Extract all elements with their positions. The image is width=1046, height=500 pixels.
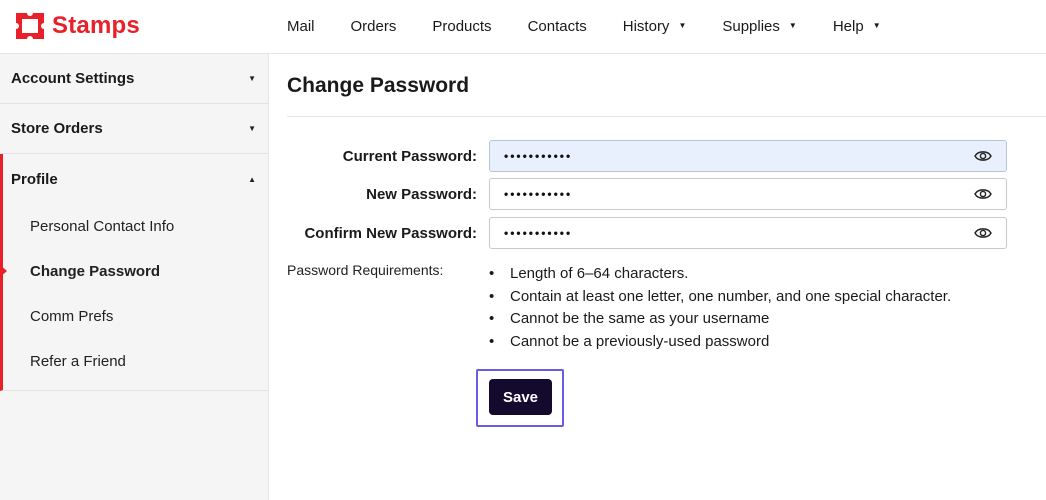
sidebar-section-label: Store Orders (11, 120, 103, 137)
eye-icon[interactable] (974, 187, 992, 201)
nav-label: Contacts (527, 17, 587, 35)
profile-submenu: Personal Contact Info Change Password Co… (0, 204, 268, 390)
confirm-password-label: Confirm New Password: (304, 225, 477, 242)
eye-icon[interactable] (974, 149, 992, 163)
sidebar-item-refer-a-friend[interactable]: Refer a Friend (3, 339, 268, 384)
confirm-password-row: Confirm New Password: ••••••••••• (287, 217, 1007, 249)
main-nav: Mail Orders Products Contacts History ▼ S… (287, 0, 917, 52)
requirement-item: Length of 6–64 characters. (489, 263, 951, 286)
password-requirements-list: Length of 6–64 characters. Contain at le… (489, 263, 951, 353)
nav-label: History (622, 17, 670, 35)
top-header: Stamps Mail Orders Products Contacts His… (0, 0, 1046, 54)
sidebar-section-label: Profile (11, 170, 58, 188)
nav-label: Orders (350, 17, 397, 35)
sidebar-section-label: Account Settings (11, 70, 135, 87)
password-mask: ••••••••••• (504, 149, 573, 163)
stamps-logo-icon (13, 10, 47, 42)
password-mask: ••••••••••• (504, 187, 573, 201)
new-password-row: New Password: ••••••••••• (287, 178, 1007, 210)
password-mask: ••••••••••• (504, 226, 573, 240)
sidebar-section-account-settings[interactable]: Account Settings ▼ (0, 54, 268, 104)
nav-item-help[interactable]: Help ▼ (833, 18, 881, 35)
page-title: Change Password (287, 74, 470, 97)
sidebar-item-change-password[interactable]: Change Password (0, 249, 268, 294)
caret-up-icon: ▲ (248, 174, 256, 184)
eye-icon[interactable] (974, 226, 992, 240)
caret-down-icon: ▼ (248, 124, 256, 133)
sidebar-group-profile: Profile ▲ Personal Contact Info Change P… (0, 154, 268, 391)
nav-item-history[interactable]: History ▼ (623, 18, 687, 35)
requirement-item: Cannot be the same as your username (489, 308, 951, 331)
save-button[interactable]: Save (489, 379, 552, 415)
sidebar-section-store-orders[interactable]: Store Orders ▼ (0, 104, 268, 154)
caret-down-icon: ▼ (788, 20, 797, 30)
sidebar-item-personal-contact-info[interactable]: Personal Contact Info (3, 204, 268, 249)
new-password-input[interactable]: ••••••••••• (489, 178, 1007, 210)
caret-down-icon: ▼ (248, 74, 256, 83)
requirement-item: Contain at least one letter, one number,… (489, 286, 951, 309)
caret-down-icon: ▼ (872, 20, 881, 30)
nav-label: Products (432, 17, 492, 35)
nav-item-mail[interactable]: Mail (287, 18, 315, 35)
brand-name: Stamps (52, 12, 140, 39)
stamps-logo[interactable]: Stamps (13, 10, 140, 42)
sidebar-section-profile[interactable]: Profile ▲ (3, 154, 268, 204)
nav-item-products[interactable]: Products (432, 18, 491, 35)
caret-down-icon: ▼ (678, 20, 687, 30)
current-password-row: Current Password: ••••••••••• (287, 140, 1007, 172)
settings-sidebar: Account Settings ▼ Store Orders ▼ Profil… (0, 54, 269, 500)
confirm-password-input[interactable]: ••••••••••• (489, 217, 1007, 249)
nav-item-supplies[interactable]: Supplies ▼ (722, 18, 796, 35)
nav-item-contacts[interactable]: Contacts (528, 18, 587, 35)
divider (287, 116, 1046, 117)
requirement-item: Cannot be a previously-used password (489, 331, 951, 354)
password-requirements-label: Password Requirements: (287, 262, 444, 278)
nav-label: Help (832, 17, 864, 35)
new-password-label: New Password: (366, 186, 477, 203)
nav-label: Supplies (722, 17, 780, 35)
current-password-label: Current Password: (342, 148, 477, 165)
nav-label: Mail (287, 17, 315, 35)
sidebar-item-comm-prefs[interactable]: Comm Prefs (3, 294, 268, 339)
current-password-input[interactable]: ••••••••••• (489, 140, 1007, 172)
nav-item-orders[interactable]: Orders (351, 18, 397, 35)
